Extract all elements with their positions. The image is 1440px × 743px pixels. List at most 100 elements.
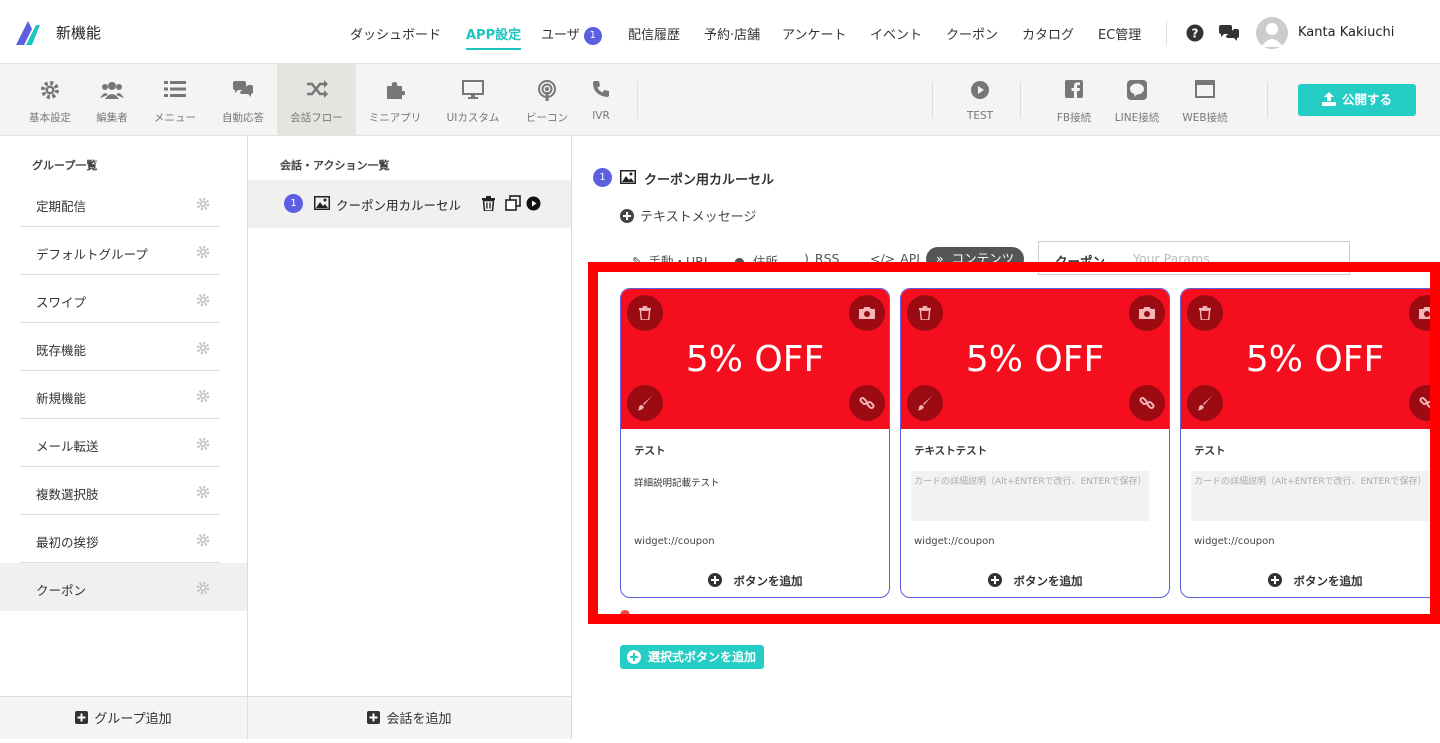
group-item[interactable]: 複数選択肢 bbox=[20, 467, 220, 515]
set-link-button[interactable] bbox=[1129, 385, 1165, 421]
gear-icon[interactable] bbox=[196, 389, 210, 403]
param-select[interactable]: クーポン ⌄ bbox=[1055, 251, 1120, 270]
tool-web-connect[interactable]: WEB接続 bbox=[1178, 64, 1232, 135]
nav-survey[interactable]: アンケート bbox=[782, 24, 846, 43]
edit-style-button[interactable] bbox=[1187, 385, 1223, 421]
card-description[interactable]: 詳細説明記載テスト bbox=[634, 475, 720, 489]
group-settings-button[interactable] bbox=[196, 484, 210, 503]
tool-mini-app[interactable]: ミニアプリ bbox=[364, 64, 426, 135]
tool-beacon[interactable]: ビーコン bbox=[520, 64, 574, 135]
delete-card-button[interactable] bbox=[1187, 295, 1223, 331]
add-select-button[interactable]: 選択式ボタンを追加 bbox=[620, 645, 764, 669]
group-item[interactable]: 最初の挨拶 bbox=[20, 515, 220, 563]
nav-catalog[interactable]: カタログ bbox=[1022, 24, 1074, 43]
group-settings-button[interactable] bbox=[196, 580, 210, 599]
card-title[interactable]: テキストテスト bbox=[914, 443, 987, 458]
gear-icon[interactable] bbox=[196, 533, 210, 547]
app-name[interactable]: 新機能 bbox=[56, 22, 101, 43]
card-description-input[interactable]: カードの詳細説明（Alt+ENTERで改行、ENTERで保存） bbox=[1191, 471, 1429, 521]
tool-menu[interactable]: メニュー bbox=[147, 64, 203, 135]
tab-contents[interactable]: » コンテンツ bbox=[926, 247, 1025, 271]
tool-fb-connect[interactable]: FB接続 bbox=[1052, 64, 1096, 135]
group-item[interactable]: デフォルトグループ bbox=[20, 227, 220, 275]
upload-image-button[interactable] bbox=[1129, 295, 1165, 331]
upload-image-button[interactable] bbox=[849, 295, 885, 331]
editor-title[interactable]: クーポン用カルーセル bbox=[644, 169, 774, 188]
gear-icon[interactable] bbox=[196, 197, 210, 211]
param-input[interactable]: Your Params bbox=[1133, 251, 1210, 266]
upload-image-button[interactable] bbox=[1409, 295, 1440, 331]
group-item[interactable]: 新規機能 bbox=[20, 371, 220, 419]
tool-conversation-flow[interactable]: 会話フロー bbox=[277, 64, 356, 135]
image-icon bbox=[620, 170, 636, 184]
group-item[interactable]: 定期配信 bbox=[20, 179, 220, 227]
tool-line-connect[interactable]: LINE接続 bbox=[1110, 64, 1164, 135]
card-url[interactable]: widget://coupon bbox=[634, 536, 715, 547]
conversation-item[interactable]: 1 クーポン用カルーセル bbox=[248, 180, 571, 228]
card-description-input[interactable]: カードの詳細説明（Alt+ENTERで改行、ENTERで保存） bbox=[911, 471, 1149, 521]
help-icon[interactable]: ? bbox=[1186, 24, 1204, 42]
set-link-button[interactable] bbox=[1409, 385, 1440, 421]
group-settings-button[interactable] bbox=[196, 340, 210, 359]
add-button-button[interactable]: ボタンを追加 bbox=[1181, 573, 1440, 589]
add-button-button[interactable]: ボタンを追加 bbox=[901, 573, 1169, 589]
add-button-button[interactable]: ボタンを追加 bbox=[621, 573, 889, 589]
nav-reservation[interactable]: 予約·店舗 bbox=[704, 24, 760, 43]
card-title[interactable]: テスト bbox=[1194, 443, 1226, 458]
group-item[interactable]: 既存機能 bbox=[20, 323, 220, 371]
publish-button[interactable]: 公開する bbox=[1298, 84, 1416, 116]
carousel-card[interactable]: 5% OFF テキストテスト カードの詳細説明（Alt+ENTERで改行、ENTER… bbox=[900, 288, 1170, 598]
edit-style-button[interactable] bbox=[627, 385, 663, 421]
add-text-message-button[interactable]: テキストメッセージ bbox=[620, 206, 756, 225]
nav-delivery-history[interactable]: 配信履歴 bbox=[628, 24, 680, 43]
gear-icon[interactable] bbox=[196, 341, 210, 355]
group-settings-button[interactable] bbox=[196, 436, 210, 455]
gear-icon[interactable] bbox=[196, 485, 210, 499]
card-url[interactable]: widget://coupon bbox=[1194, 536, 1275, 547]
gear-icon[interactable] bbox=[196, 245, 210, 259]
tab-address[interactable]: ● 住所 bbox=[734, 251, 778, 270]
card-url[interactable]: widget://coupon bbox=[914, 536, 995, 547]
nav-ec[interactable]: EC管理 bbox=[1098, 24, 1141, 43]
set-link-button[interactable] bbox=[849, 385, 885, 421]
carousel-card[interactable]: 5% OFF テスト カードの詳細説明（Alt+ENTERで改行、ENTERで保存）… bbox=[1180, 288, 1440, 598]
nav-coupon[interactable]: クーポン bbox=[946, 24, 998, 43]
tool-editors[interactable]: 編集者 bbox=[86, 64, 138, 135]
group-item[interactable]: クーポン bbox=[0, 563, 247, 611]
group-item[interactable]: スワイプ bbox=[20, 275, 220, 323]
tool-ivr[interactable]: IVR bbox=[584, 64, 618, 135]
copy-icon[interactable] bbox=[505, 195, 521, 211]
tab-rss[interactable]: ) RSS bbox=[804, 251, 839, 266]
delete-card-button[interactable] bbox=[627, 295, 663, 331]
group-item[interactable]: メール転送 bbox=[20, 419, 220, 467]
nav-app-settings[interactable]: APP設定 bbox=[466, 24, 522, 50]
chat-icon[interactable] bbox=[1218, 24, 1240, 42]
card-title[interactable]: テスト bbox=[634, 443, 666, 458]
avatar[interactable] bbox=[1256, 17, 1288, 49]
add-conversation-button[interactable]: 会話を追加 bbox=[248, 696, 571, 739]
tab-manual-url[interactable]: ✎ 手動・URL bbox=[632, 251, 711, 270]
carousel-card[interactable]: 5% OFF テスト 詳細説明記載テスト widget://coupon ボタンを追加 bbox=[620, 288, 890, 598]
tool-test[interactable]: TEST bbox=[960, 64, 1000, 135]
play-icon[interactable] bbox=[526, 196, 541, 211]
trash-icon[interactable] bbox=[482, 196, 495, 211]
gear-icon[interactable] bbox=[196, 293, 210, 307]
username[interactable]: Kanta Kakiuchi bbox=[1298, 25, 1394, 40]
tab-api[interactable]: </> API bbox=[870, 251, 920, 266]
group-settings-button[interactable] bbox=[196, 196, 210, 215]
edit-style-button[interactable] bbox=[907, 385, 943, 421]
delete-card-button[interactable] bbox=[907, 295, 943, 331]
group-settings-button[interactable] bbox=[196, 244, 210, 263]
tool-auto-reply[interactable]: 自動応答 bbox=[214, 64, 272, 135]
nav-event[interactable]: イベント bbox=[870, 24, 922, 43]
tool-ui-custom[interactable]: UIカスタム bbox=[443, 64, 503, 135]
gear-icon[interactable] bbox=[196, 437, 210, 451]
group-settings-button[interactable] bbox=[196, 292, 210, 311]
gear-icon[interactable] bbox=[196, 581, 210, 595]
nav-dashboard[interactable]: ダッシュボード bbox=[350, 24, 441, 43]
add-group-button[interactable]: グループ追加 bbox=[0, 696, 247, 739]
tool-basic-settings[interactable]: 基本設定 bbox=[20, 64, 80, 135]
group-settings-button[interactable] bbox=[196, 388, 210, 407]
nav-users[interactable]: ユーザ 1 bbox=[541, 24, 602, 45]
group-settings-button[interactable] bbox=[196, 532, 210, 551]
